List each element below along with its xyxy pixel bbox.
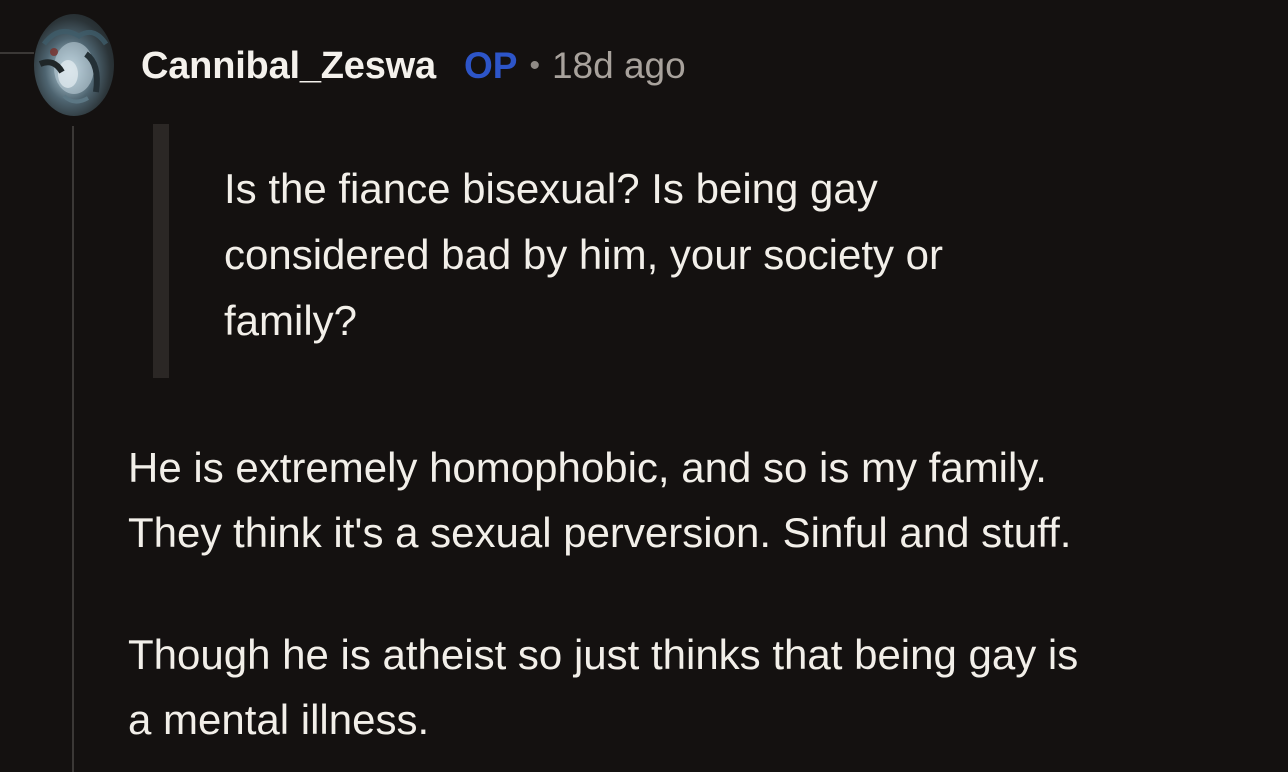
comment-paragraph: Though he is atheist so just thinks that… — [128, 622, 1278, 752]
paragraph-line: He is extremely homophobic, and so is my… — [128, 444, 1047, 491]
quote-line: Is the fiance bisexual? Is being gay — [224, 165, 878, 212]
comment-timestamp[interactable]: 18d ago — [552, 45, 686, 87]
paragraph-line: Though he is atheist so just thinks that… — [128, 631, 1079, 678]
comment-header: Cannibal_Zeswa OP • 18d ago — [141, 40, 686, 92]
username-link[interactable]: Cannibal_Zeswa — [141, 45, 436, 88]
paragraph-line: They think it's a sexual perversion. Sin… — [128, 509, 1072, 556]
quote-line: family? — [224, 297, 358, 344]
quote-line: considered bad by him, your society or — [224, 231, 944, 278]
thread-connector — [0, 0, 34, 54]
thread-line[interactable] — [72, 126, 74, 772]
avatar-image — [38, 29, 109, 104]
blockquote: Is the fiance bisexual? Is being gay con… — [224, 156, 1124, 354]
op-badge: OP — [463, 45, 518, 86]
quote-bar — [153, 124, 169, 378]
separator-dot: • — [529, 49, 540, 82]
paragraph-line: a mental illness. — [128, 696, 430, 743]
comment-paragraph: He is extremely homophobic, and so is my… — [128, 435, 1278, 565]
avatar[interactable] — [34, 14, 114, 116]
